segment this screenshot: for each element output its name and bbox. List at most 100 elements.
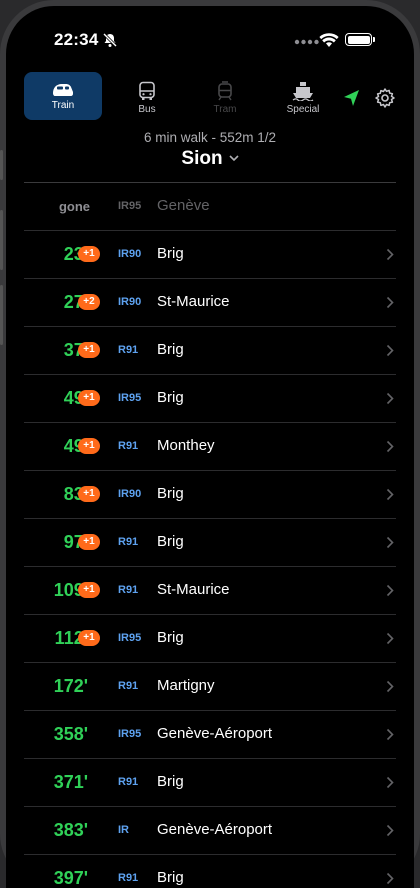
line-badge: R91 [118, 440, 139, 452]
destination: St-Maurice [157, 293, 230, 310]
delay-badge: +2 [78, 294, 100, 310]
departure-row[interactable]: 49' +1 IR95 Brig [24, 374, 396, 422]
line-badge: IR [118, 824, 129, 836]
departure-row[interactable]: 358' IR95 Genève-Aéroport [24, 710, 396, 758]
transport-tabs: Train Bus Tram Special [24, 72, 354, 122]
line-badge: R91 [118, 536, 139, 548]
bell-slash-icon [102, 32, 118, 48]
line-badge: IR95 [118, 728, 142, 740]
departure-row[interactable]: 23' +1 IR90 Brig [24, 230, 396, 278]
chevron-down-icon [229, 155, 239, 162]
tram-icon [218, 81, 232, 101]
chevron-right-icon [386, 632, 394, 645]
location-arrow-icon[interactable] [342, 88, 362, 108]
tab-bus-label: Bus [138, 104, 156, 115]
destination: Brig [157, 533, 184, 550]
chevron-right-icon [386, 344, 394, 357]
line-badge: IR95 [118, 632, 142, 644]
departure-row[interactable]: 109' +1 R91 St-Maurice [24, 566, 396, 614]
status-bar: 22:34 [6, 26, 414, 56]
station-selector[interactable]: Sion [6, 148, 414, 170]
chevron-right-icon [386, 680, 394, 693]
departure-row[interactable]: 383' IR Genève-Aéroport [24, 806, 396, 854]
train-icon [53, 84, 73, 96]
tab-bus[interactable]: Bus [108, 72, 186, 120]
destination: Brig [157, 389, 184, 406]
chevron-right-icon [386, 536, 394, 549]
destination: Genève-Aéroport [157, 725, 273, 742]
departure-row[interactable]: 172' R91 Martigny [24, 662, 396, 710]
chevron-right-icon [386, 248, 394, 261]
line-badge: R91 [118, 344, 139, 356]
departure-minutes: 172' [53, 676, 88, 696]
delay-badge: +1 [78, 246, 100, 262]
destination: Martigny [157, 677, 215, 694]
chevron-right-icon [386, 776, 394, 789]
screen: 22:34 Train Bus Tram Special 6 min walk … [6, 6, 414, 888]
departure-minutes: 358' [53, 724, 88, 744]
departure-row[interactable]: 112' +1 IR95 Brig [24, 614, 396, 662]
departure-minutes: gone [58, 199, 90, 214]
chevron-right-icon [386, 392, 394, 405]
tab-special[interactable]: Special [264, 72, 342, 120]
line-badge: IR90 [118, 488, 142, 500]
volume-down-button [0, 285, 3, 345]
line-badge: R91 [118, 584, 139, 596]
chevron-right-icon [386, 872, 394, 885]
line-badge: R91 [118, 680, 139, 692]
departure-row[interactable]: 97' +1 R91 Brig [24, 518, 396, 566]
tab-train-label: Train [51, 100, 75, 111]
destination: Brig [157, 629, 184, 646]
tab-train[interactable]: Train [24, 72, 102, 120]
departure-minutes: 383' [53, 820, 88, 840]
departure-row[interactable]: 371' R91 Brig [24, 758, 396, 806]
destination: St-Maurice [157, 581, 230, 598]
line-badge: R91 [118, 872, 139, 884]
departure-row[interactable]: gone IR95 Genève [24, 182, 396, 230]
mute-switch [0, 150, 3, 180]
chevron-right-icon [386, 440, 394, 453]
line-badge: IR95 [118, 392, 142, 404]
destination: Brig [157, 485, 184, 502]
line-badge: R91 [118, 776, 139, 788]
destination: Brig [157, 245, 184, 262]
tab-tram[interactable]: Tram [186, 72, 264, 120]
battery-icon [345, 33, 375, 46]
chevron-right-icon [386, 728, 394, 741]
departure-row[interactable]: 27' +2 IR90 St-Maurice [24, 278, 396, 326]
signal-icon [294, 39, 319, 45]
departure-row[interactable]: 49' +1 R91 Monthey [24, 422, 396, 470]
delay-badge: +1 [78, 534, 100, 550]
line-badge: IR90 [118, 296, 142, 308]
gear-icon[interactable] [374, 87, 396, 109]
departure-row[interactable]: 83' +1 IR90 Brig [24, 470, 396, 518]
wifi-icon [319, 33, 339, 47]
delay-badge: +1 [78, 342, 100, 358]
chevron-right-icon [386, 488, 394, 501]
walk-distance: 6 min walk - 552m 1/2 [143, 130, 277, 145]
destination: Genève-Aéroport [157, 821, 273, 838]
departure-row[interactable]: 37' +1 R91 Brig [24, 326, 396, 374]
departure-row[interactable]: 397' R91 Brig [24, 854, 396, 888]
destination: Brig [157, 341, 184, 358]
phone-frame: 22:34 Train Bus Tram Special 6 min walk … [0, 0, 420, 888]
tab-tram-label: Tram [213, 104, 237, 115]
destination: Genève [157, 197, 210, 214]
departure-minutes: 397' [53, 868, 88, 888]
destination: Brig [157, 773, 184, 790]
departure-minutes: 371' [53, 772, 88, 792]
status-time: 22:34 [54, 30, 99, 49]
delay-badge: +1 [78, 486, 100, 502]
chevron-right-icon [386, 296, 394, 309]
destination: Monthey [157, 437, 215, 454]
delay-badge: +1 [78, 630, 100, 646]
chevron-right-icon [386, 824, 394, 837]
tab-special-label: Special [286, 104, 320, 115]
bus-icon [139, 81, 155, 100]
delay-badge: +1 [78, 390, 100, 406]
volume-up-button [0, 210, 3, 270]
ship-icon [292, 82, 314, 101]
delay-badge: +1 [78, 438, 100, 454]
line-badge: IR90 [118, 248, 142, 260]
departure-list: gone IR95 Genève 23' +1 IR90 Brig 27' +2… [24, 182, 396, 888]
